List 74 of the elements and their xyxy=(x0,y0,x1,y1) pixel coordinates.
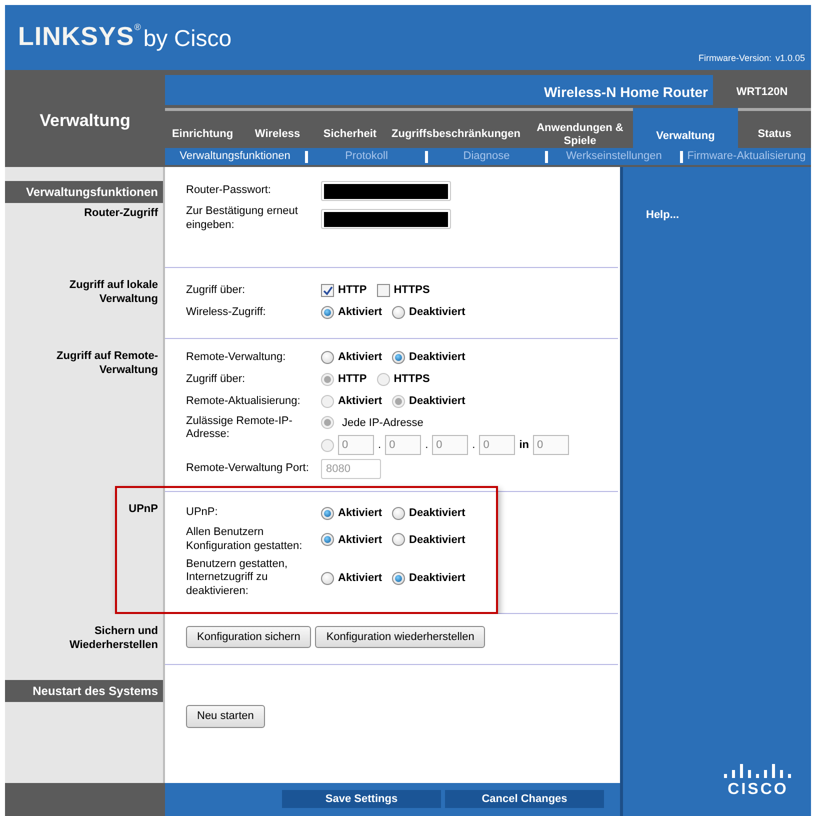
action-button[interactable]: Konfiguration wiederherstellen xyxy=(315,626,486,648)
option-label: Deaktiviert xyxy=(409,394,466,410)
sub-tab[interactable]: Verwaltungsfunktionen xyxy=(165,148,305,165)
option-label: HTTPS xyxy=(394,372,430,388)
registered-mark: ® xyxy=(134,23,142,34)
sub-tab[interactable]: Werkseinstellungen xyxy=(548,148,680,165)
field-label: Zugriff über: xyxy=(186,372,246,386)
field-label: Remote-Verwaltung: xyxy=(186,350,287,364)
bars-icon xyxy=(723,763,793,779)
firmware-label: Firmware-Version: xyxy=(698,52,772,65)
option-label: HTTP xyxy=(338,283,367,298)
product-name: Wireless-N Home Router xyxy=(165,75,713,105)
brand-logo: LINKSYS xyxy=(18,23,134,53)
logo-text: CISCO xyxy=(728,782,788,798)
radio-button[interactable] xyxy=(392,306,406,319)
range-label: in xyxy=(519,438,529,453)
footer-button[interactable]: Save Settings xyxy=(282,790,441,808)
firmware-version: v1.0.05 xyxy=(775,52,805,65)
field-label: Benutzern gestatten, Internetzugriff zu deaktivieren: xyxy=(186,558,289,599)
radio-button[interactable] xyxy=(392,506,406,520)
section-label: Sichern und Wiederherstellen xyxy=(68,624,159,652)
option-label: Aktiviert xyxy=(338,305,382,320)
action-button[interactable]: Neu starten xyxy=(186,705,265,728)
section-header: Verwaltungsfunktionen xyxy=(5,181,163,203)
footer-button[interactable]: Cancel Changes xyxy=(445,790,604,808)
field-label: Zulässige Remote-IP-Adresse: xyxy=(186,414,294,442)
field-label: Zur Bestätigung erneut eingeben: xyxy=(186,205,299,232)
radio-button[interactable] xyxy=(392,572,406,585)
option-label: Aktiviert xyxy=(338,350,382,366)
brand-suffix: by Cisco xyxy=(143,27,232,53)
option-label: Aktiviert xyxy=(338,570,382,586)
section-label: UPnP xyxy=(128,502,159,516)
option-label: Deaktiviert xyxy=(409,305,466,320)
field-label: UPnP: xyxy=(186,506,219,520)
action-button[interactable]: Konfiguration sichern xyxy=(186,626,312,648)
help-link[interactable]: Help... xyxy=(646,207,680,224)
radio-button[interactable] xyxy=(321,572,334,585)
sub-tab[interactable]: Protokoll xyxy=(308,148,425,165)
option-label: Deaktiviert xyxy=(409,532,466,548)
sub-tab[interactable]: Diagnose xyxy=(428,148,545,165)
option-label: Aktiviert xyxy=(338,506,382,521)
model-name: WRT120N xyxy=(735,85,789,100)
field-label: Router-Passwort: xyxy=(186,184,272,198)
option-label: Aktiviert xyxy=(338,532,382,548)
dot-separator: . xyxy=(472,438,476,453)
option-label: Deaktiviert xyxy=(409,506,466,521)
option-label: Deaktiviert xyxy=(409,570,466,586)
field-label: Zugriff über: xyxy=(186,284,246,298)
field-label: Wireless-Zugriff: xyxy=(186,306,267,320)
section-label: Zugriff auf Remote-Verwaltung xyxy=(56,348,159,378)
dot-separator: . xyxy=(378,438,382,453)
section-label: Zugriff auf lokale Verwaltung xyxy=(68,278,159,306)
radio-button[interactable] xyxy=(321,306,334,319)
radio-button[interactable] xyxy=(321,533,334,546)
section-header: Neustart des Systems xyxy=(5,680,163,702)
field-label: Remote-Verwaltung Port: xyxy=(186,462,310,476)
option-label: Jede IP-Adresse xyxy=(342,416,424,430)
checkbox[interactable] xyxy=(376,284,390,297)
option-label: Aktiviert xyxy=(338,394,382,410)
option-label: Deaktiviert xyxy=(409,350,466,366)
sub-tab[interactable]: Firmware-Aktualisierung xyxy=(683,148,810,165)
section-label: Router-Zugriff xyxy=(83,206,159,220)
dot-separator: . xyxy=(425,438,428,453)
checkbox[interactable] xyxy=(321,284,334,297)
radio-button[interactable] xyxy=(321,506,334,520)
nav-tab[interactable]: Verwaltung xyxy=(633,108,738,148)
field-label: Remote-Aktualisierung: xyxy=(186,394,302,408)
radio-button[interactable] xyxy=(392,351,406,364)
field-label: Allen Benutzern Konfiguration gestatten: xyxy=(186,526,304,554)
option-label: HTTPS xyxy=(394,283,430,298)
option-label: HTTP xyxy=(338,372,367,388)
page-title: Verwaltung xyxy=(38,110,132,132)
radio-button[interactable] xyxy=(321,351,334,364)
radio-button[interactable] xyxy=(392,533,406,546)
